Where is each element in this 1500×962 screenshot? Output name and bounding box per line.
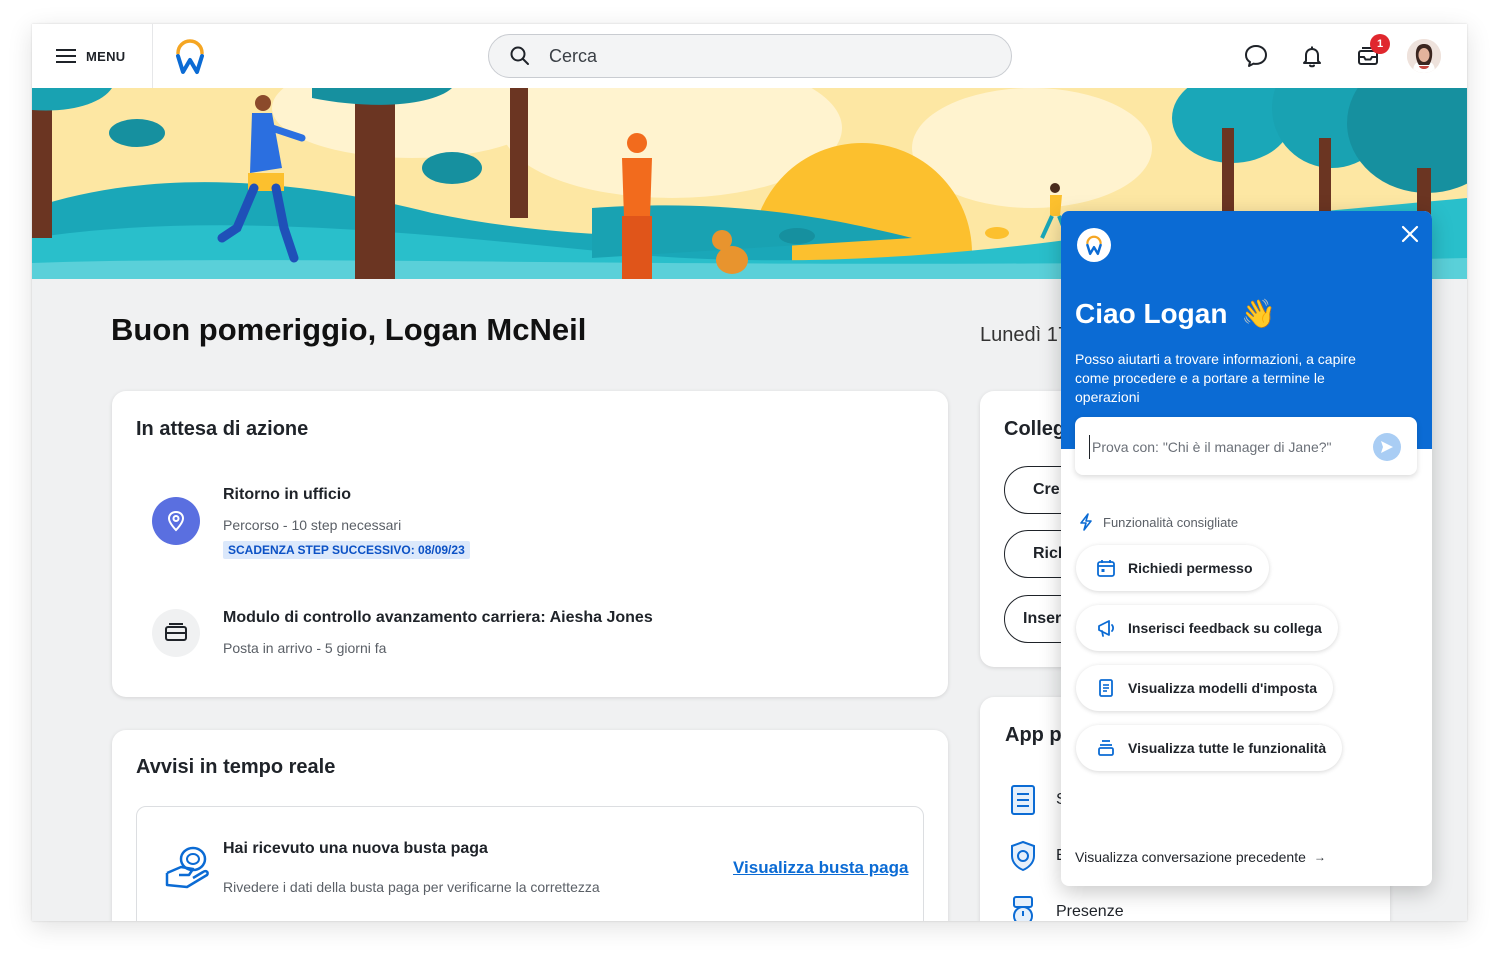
search-input[interactable] (547, 44, 971, 68)
send-icon (1381, 441, 1393, 453)
task-subtitle: Posta in arrivo - 5 giorni fa (223, 640, 387, 656)
suggestion-chip-label: Inserisci feedback su collega (1128, 620, 1322, 636)
suggestion-chip-feedback[interactable]: Inserisci feedback su collega (1076, 605, 1338, 651)
suggested-section-header: Funzionalità consigliate (1079, 513, 1238, 531)
close-icon[interactable] (1399, 223, 1421, 245)
assistant-prompt-box[interactable] (1075, 417, 1417, 475)
assistant-description: Posso aiutarti a trovare informazioni, a… (1075, 351, 1356, 405)
document-icon (1099, 679, 1113, 697)
colleagues-title: Colleg (1004, 418, 1066, 440)
arrow-right-icon: → (1313, 850, 1326, 864)
menu-label: MENU (86, 48, 126, 64)
shield-icon (1011, 840, 1035, 872)
top-bar: MENU 1 (32, 24, 1467, 89)
inbox-badge: 1 (1370, 34, 1390, 54)
avatar-image (1407, 39, 1441, 73)
task-subtitle: Percorso - 10 step necessari (223, 517, 402, 533)
bell-icon[interactable] (1298, 42, 1326, 70)
app-label: Presenze (1056, 903, 1124, 920)
search-icon (510, 46, 529, 65)
awaiting-action-title: In attesa di azione (136, 418, 309, 440)
view-payslip-link[interactable]: Visualizza busta paga (733, 858, 908, 878)
realtime-alerts-card: Avvisi in tempo reale Hai ricevuto una n… (112, 730, 948, 921)
document-list-icon (1011, 785, 1035, 815)
date-label: Lunedì 17 (980, 324, 1069, 346)
suggestion-chip-label: Visualizza tutte le funzionalità (1128, 740, 1327, 756)
alert-title: Hai ricevuto una nuova busta paga (223, 840, 488, 857)
suggestion-chip-all-features[interactable]: Visualizza tutte le funzionalità (1076, 725, 1343, 771)
task-icon-bg (152, 497, 200, 545)
alert-subtitle: Rivedere i dati della busta paga per ver… (223, 879, 600, 895)
workday-logo-icon (1086, 235, 1102, 256)
suggestion-chip-tax-forms[interactable]: Visualizza modelli d'imposta (1076, 665, 1334, 711)
location-pin-icon (167, 510, 185, 532)
assistant-greeting: Ciao Logan 👋 (1075, 297, 1276, 330)
task-icon-bg (152, 609, 200, 657)
stack-icon (1098, 740, 1114, 756)
app-window: MENU 1 (32, 24, 1467, 921)
suggestion-chip-request-leave[interactable]: Richiedi permesso (1076, 545, 1269, 591)
task-title[interactable]: Modulo di controllo avanzamento carriera… (223, 609, 653, 627)
suggestion-chip-label: Visualizza modelli d'imposta (1128, 680, 1318, 696)
alert-item: Hai ricevuto una nuova busta paga Rivede… (136, 806, 924, 921)
workday-logo-icon[interactable] (170, 36, 210, 76)
pay-coins-icon (165, 846, 209, 889)
assistant-panel: Ciao Logan 👋 Posso aiutarti a trovare in… (1061, 211, 1432, 886)
assistant-logo (1077, 228, 1111, 262)
avatar[interactable] (1407, 39, 1441, 73)
hamburger-icon (56, 49, 76, 63)
wave-emoji-icon: 👋 (1241, 298, 1277, 329)
previous-conversation-label: Visualizza conversazione precedente (1075, 849, 1306, 865)
assistant-greeting-text: Ciao Logan (1075, 298, 1228, 329)
page-title: Buon pomeriggio, Logan McNeil (111, 312, 587, 347)
realtime-alerts-title: Avvisi in tempo reale (136, 756, 336, 778)
megaphone-icon (1098, 620, 1115, 637)
awaiting-action-card: In attesa di azione Ritorno in ufficio P… (112, 391, 948, 697)
suggestion-chip-label: Richiedi permesso (1128, 560, 1253, 576)
menu-button[interactable]: MENU (56, 24, 152, 88)
search-bar[interactable] (488, 34, 1012, 78)
previous-conversation-link[interactable]: Visualizza conversazione precedente → (1075, 849, 1326, 865)
inbox-tray-icon (165, 623, 187, 641)
task-title[interactable]: Ritorno in ufficio (223, 486, 351, 504)
apps-title: App pr (1005, 724, 1070, 746)
send-button[interactable] (1373, 433, 1401, 461)
deadline-badge: SCADENZA STEP SUCCESSIVO: 08/09/23 (223, 541, 470, 559)
lightning-icon (1080, 513, 1092, 531)
assistant-header (1061, 211, 1432, 449)
chat-icon[interactable] (1242, 42, 1270, 70)
calendar-icon (1097, 560, 1115, 577)
assistant-prompt-input[interactable] (1089, 435, 1364, 459)
time-clock-icon (1013, 896, 1033, 921)
suggested-section-label: Funzionalità consigliate (1103, 514, 1239, 530)
topbar-divider (152, 24, 153, 88)
